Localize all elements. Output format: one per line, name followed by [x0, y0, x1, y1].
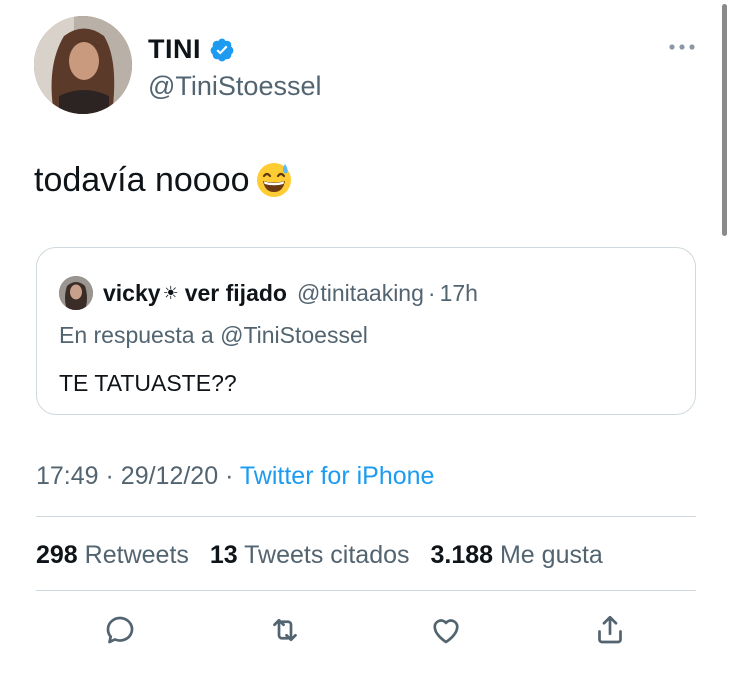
heart-icon[interactable]: [428, 612, 464, 648]
tweet-text: todavía noooo: [34, 160, 250, 199]
verified-badge-icon: [210, 38, 234, 61]
quoted-tweet-card[interactable]: vicky ☀ ver fijado @tinitaaking · 17h En…: [36, 247, 696, 415]
tweet-header: TINI @TiniStoessel: [34, 16, 704, 116]
share-icon[interactable]: [592, 612, 628, 648]
quoted-author-handle: @tinitaaking: [296, 279, 424, 306]
tweet-meta: 17:49 · 29/12/20 · Twitter for iPhone: [36, 462, 434, 491]
tweet-body: todavía noooo: [34, 160, 294, 200]
author-avatar[interactable]: [34, 16, 132, 114]
quoted-author-name-suffix: ver fijado: [184, 279, 287, 306]
tweet-actions-bar: [0, 612, 731, 652]
quoted-author-name: vicky: [103, 279, 161, 306]
grinning-face-with-sweat-icon: [256, 163, 291, 197]
likes-count[interactable]: 3.188: [430, 541, 493, 569]
tweet-time[interactable]: 17:49: [36, 462, 99, 490]
tweet-stats: 298 Retweets 13 Tweets citados 3.188 Me …: [36, 541, 617, 570]
quotes-count[interactable]: 13: [210, 541, 238, 569]
tweet-date[interactable]: 29/12/20: [121, 462, 218, 490]
meta-separator: ·: [225, 462, 234, 490]
quoted-separator: ·: [427, 279, 436, 306]
retweets-count[interactable]: 298: [36, 541, 78, 569]
tweet-source-link[interactable]: Twitter for iPhone: [240, 462, 435, 490]
sun-icon: ☀: [162, 282, 179, 303]
meta-separator: ·: [105, 462, 114, 490]
author-display-name[interactable]: TINI: [148, 34, 201, 65]
scrollbar[interactable]: [722, 4, 727, 236]
divider: [36, 516, 696, 517]
quotes-label[interactable]: Tweets citados: [244, 541, 409, 569]
quoted-reply-context: En respuesta a @TiniStoessel: [59, 322, 368, 348]
quoted-author-avatar: [59, 276, 93, 310]
likes-label[interactable]: Me gusta: [500, 541, 603, 569]
author-handle[interactable]: @TiniStoessel: [148, 71, 321, 102]
quoted-timestamp: 17h: [439, 279, 478, 306]
retweet-icon[interactable]: [267, 612, 303, 648]
retweets-label[interactable]: Retweets: [85, 541, 189, 569]
divider: [36, 590, 696, 591]
more-options-icon[interactable]: [667, 40, 697, 54]
reply-icon[interactable]: [102, 612, 138, 648]
quoted-tweet-text: TE TATUASTE??: [59, 370, 237, 396]
